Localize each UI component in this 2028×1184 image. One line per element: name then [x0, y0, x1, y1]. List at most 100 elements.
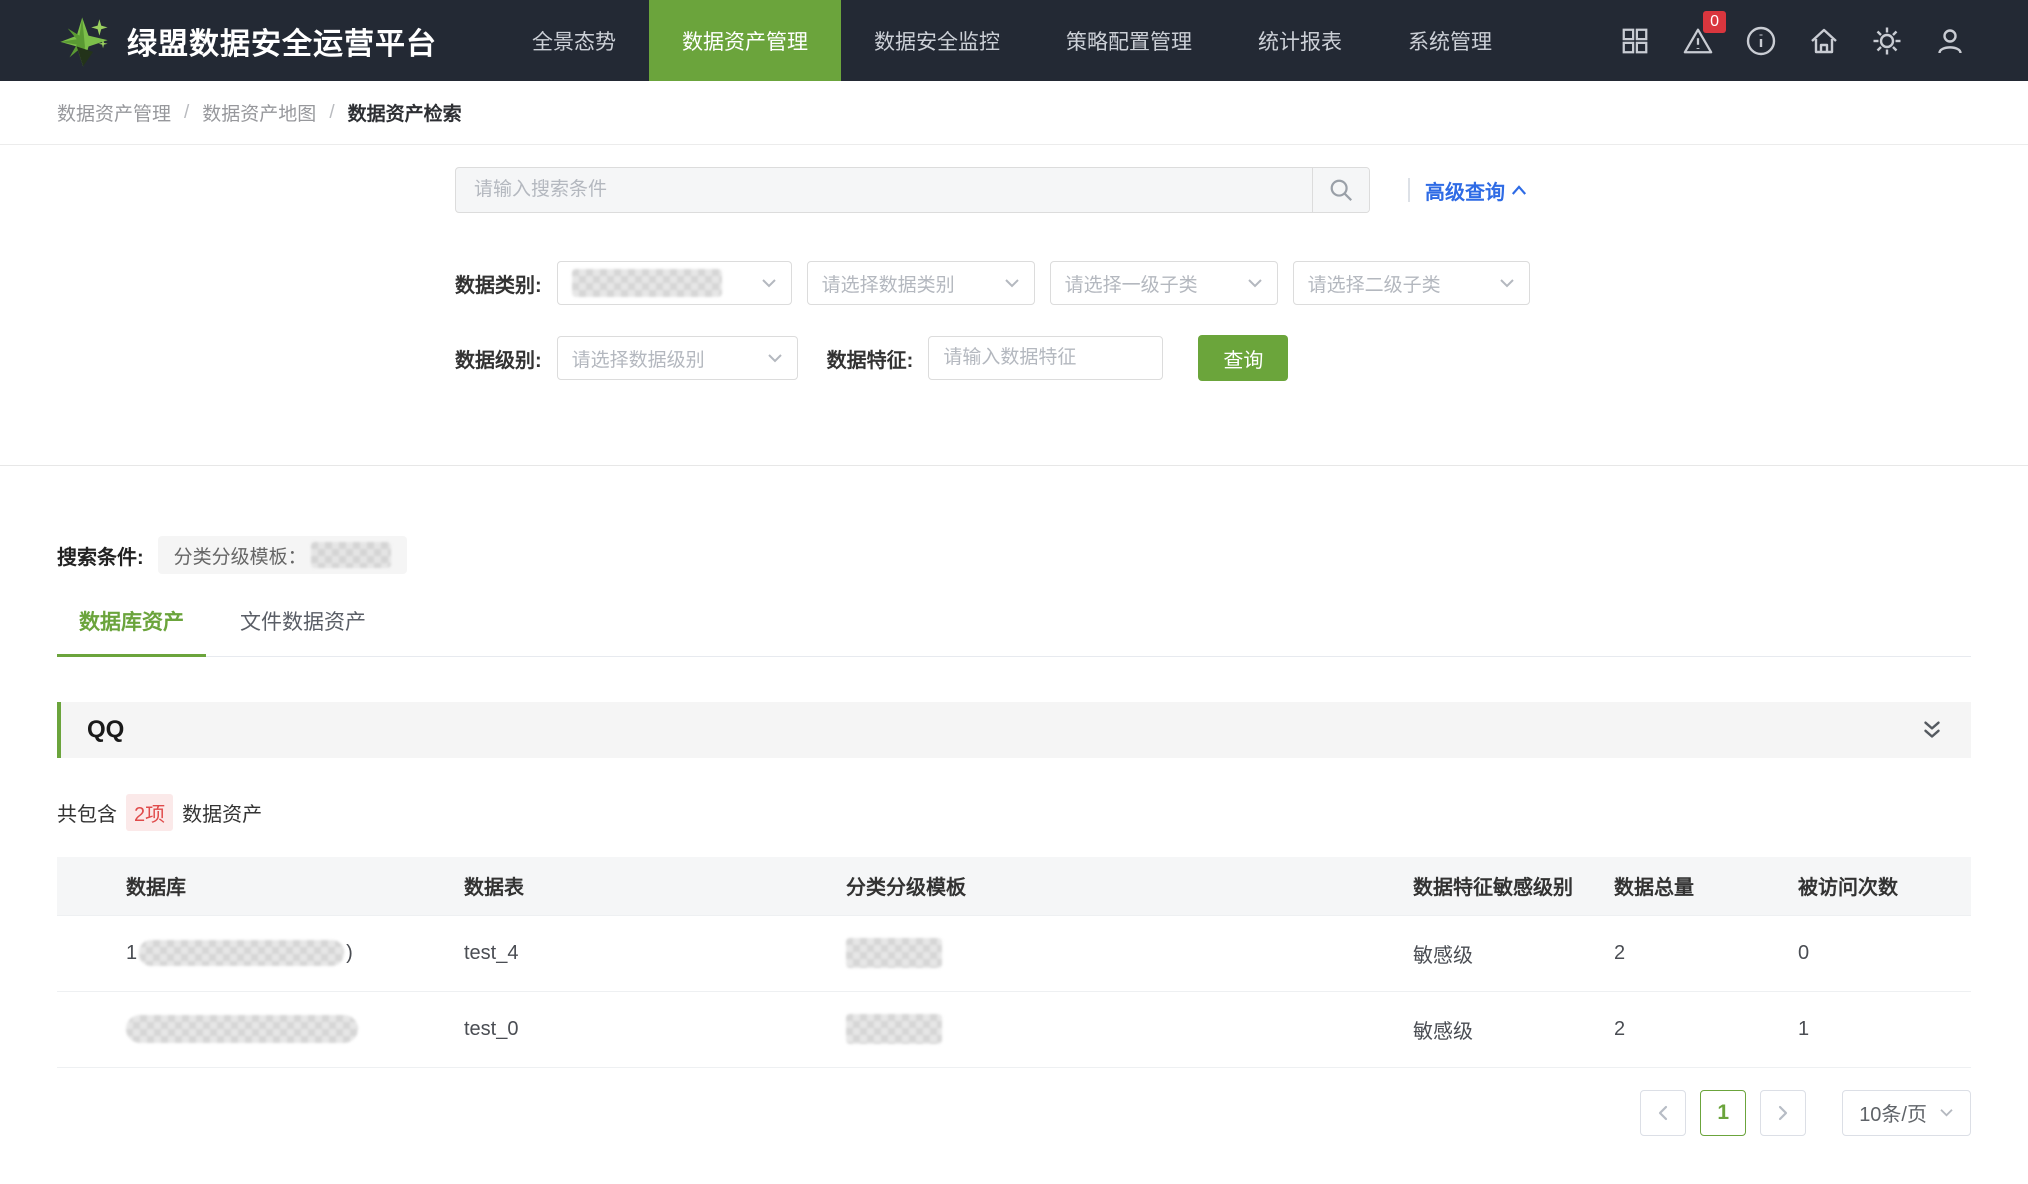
asset-count-badge: 2项	[126, 794, 173, 831]
page-number-button[interactable]: 1	[1700, 1090, 1746, 1136]
db-name-suffix: )	[346, 942, 353, 965]
redacted-template-name	[311, 542, 391, 568]
settings-gear-icon[interactable]	[1871, 25, 1903, 57]
sub-category-1-placeholder: 请选择一级子类	[1065, 270, 1198, 297]
col-template: 分类分级模板	[846, 857, 1413, 915]
sub-category-2-placeholder: 请选择二级子类	[1308, 270, 1441, 297]
divider	[1408, 178, 1410, 202]
redacted-template	[846, 938, 942, 968]
nav-item-policy-config[interactable]: 策略配置管理	[1033, 0, 1225, 81]
apps-grid-icon[interactable]	[1619, 25, 1651, 57]
sub-category-1-select[interactable]: 请选择一级子类	[1050, 261, 1278, 305]
search-submit-button[interactable]	[1312, 168, 1369, 212]
advanced-query-label: 高级查询	[1425, 176, 1505, 205]
info-circle-icon[interactable]	[1745, 25, 1777, 57]
cell-table-name: test_4	[464, 915, 846, 991]
col-table: 数据表	[464, 857, 846, 915]
chevron-down-icon	[1247, 277, 1263, 289]
breadcrumb-item-1[interactable]: 数据资产管理	[57, 99, 171, 126]
feature-label: 数据特征:	[827, 344, 914, 373]
condition-chip-prefix: 分类分级模板：	[174, 542, 307, 569]
home-icon[interactable]	[1808, 25, 1840, 57]
search-icon	[1328, 177, 1354, 203]
level-label: 数据级别:	[455, 344, 542, 373]
nav-item-data-asset-management[interactable]: 数据资产管理	[649, 0, 841, 81]
search-conditions: 搜索条件: 分类分级模板：	[57, 536, 2028, 574]
col-total: 数据总量	[1614, 857, 1798, 915]
redacted-template	[846, 1014, 942, 1044]
main-nav: 全景态势 数据资产管理 数据安全监控 策略配置管理 统计报表 系统管理	[499, 0, 1525, 81]
sub-category-2-select[interactable]: 请选择二级子类	[1293, 261, 1530, 305]
conditions-label: 搜索条件:	[57, 541, 144, 570]
breadcrumb-item-2[interactable]: 数据资产地图	[202, 99, 316, 126]
chevron-down-icon	[1939, 1107, 1954, 1118]
next-page-button[interactable]	[1760, 1090, 1806, 1136]
app-title: 绿盟数据安全运营平台	[127, 19, 437, 63]
data-category-placeholder: 请选择数据类别	[822, 270, 955, 297]
cell-database	[57, 991, 464, 1067]
table-row[interactable]: 1 ) test_4 敏感级 2 0	[57, 915, 1971, 991]
chevron-up-icon	[1511, 184, 1527, 196]
col-visits: 被访问次数	[1798, 857, 1971, 915]
summary-prefix: 共包含	[57, 798, 117, 827]
asset-group-title: QQ	[87, 716, 124, 744]
nav-item-overview[interactable]: 全景态势	[499, 0, 649, 81]
template-select[interactable]	[557, 261, 792, 305]
breadcrumb-separator: /	[329, 102, 334, 124]
asset-tabs: 数据库资产 文件数据资产	[57, 600, 1971, 657]
page-size-select[interactable]: 10条/页	[1842, 1090, 1971, 1136]
data-level-placeholder: 请选择数据级别	[572, 345, 705, 372]
condition-chip: 分类分级模板：	[158, 536, 407, 574]
cell-total: 2	[1614, 991, 1798, 1067]
tab-file-assets[interactable]: 文件数据资产	[218, 600, 388, 656]
chevron-down-icon	[1499, 277, 1515, 289]
db-name-prefix: 1	[126, 942, 137, 965]
search-panel: 高级查询 数据类别: 请选择数据类别 请选择一级子类	[0, 145, 2028, 466]
topbar-icons: 0	[1619, 0, 2028, 81]
brand-logo-icon	[55, 12, 113, 70]
double-chevron-down-icon[interactable]	[1919, 718, 1945, 742]
breadcrumb: 数据资产管理 / 数据资产地图 / 数据资产检索	[0, 81, 2028, 145]
table-header-row: 数据库 数据表 分类分级模板 数据特征敏感级别 数据总量 被访问次数	[57, 857, 1971, 915]
data-category-select[interactable]: 请选择数据类别	[807, 261, 1035, 305]
cell-table-name: test_0	[464, 991, 846, 1067]
alert-badge: 0	[1703, 11, 1726, 33]
table-row[interactable]: test_0 敏感级 2 1	[57, 991, 1971, 1067]
cell-database: 1 )	[57, 915, 464, 991]
keyword-search-box	[455, 167, 1370, 213]
query-button[interactable]: 查询	[1198, 335, 1288, 381]
cell-sensitivity: 敏感级	[1413, 991, 1614, 1067]
breadcrumb-current: 数据资产检索	[348, 99, 462, 126]
redacted-selected-value	[572, 269, 722, 297]
breadcrumb-separator: /	[184, 102, 189, 124]
page-size-value: 10条/页	[1859, 1098, 1927, 1127]
alert-triangle-icon[interactable]: 0	[1682, 25, 1714, 57]
cell-visits: 0	[1798, 915, 1971, 991]
feature-input[interactable]	[928, 336, 1163, 380]
advanced-query-link[interactable]: 高级查询	[1425, 176, 1527, 205]
data-level-select[interactable]: 请选择数据级别	[557, 336, 798, 380]
category-label: 数据类别:	[455, 269, 542, 298]
chevron-down-icon	[767, 352, 783, 364]
asset-table: 数据库 数据表 分类分级模板 数据特征敏感级别 数据总量 被访问次数 1 ) t…	[57, 857, 1971, 1068]
keyword-search-input[interactable]	[456, 168, 1312, 212]
summary-suffix: 数据资产	[182, 798, 262, 827]
tab-database-assets[interactable]: 数据库资产	[57, 600, 206, 657]
nav-item-data-security-monitoring[interactable]: 数据安全监控	[841, 0, 1033, 81]
pagination: 1 10条/页	[57, 1090, 1971, 1176]
cell-visits: 1	[1798, 991, 1971, 1067]
asset-group-header[interactable]: QQ	[57, 702, 1971, 758]
brand: 绿盟数据安全运营平台	[0, 0, 437, 81]
prev-page-button[interactable]	[1640, 1090, 1686, 1136]
redacted-db-name	[139, 940, 344, 966]
nav-item-system-management[interactable]: 系统管理	[1375, 0, 1525, 81]
topbar: 绿盟数据安全运营平台 全景态势 数据资产管理 数据安全监控 策略配置管理 统计报…	[0, 0, 2028, 81]
nav-item-statistics-report[interactable]: 统计报表	[1225, 0, 1375, 81]
col-sensitivity: 数据特征敏感级别	[1413, 857, 1614, 915]
asset-count-summary: 共包含 2项 数据资产	[57, 794, 2028, 831]
cell-total: 2	[1614, 915, 1798, 991]
col-database: 数据库	[57, 857, 464, 915]
redacted-db-name	[126, 1015, 358, 1043]
user-icon[interactable]	[1934, 25, 1966, 57]
cell-template	[846, 915, 1413, 991]
